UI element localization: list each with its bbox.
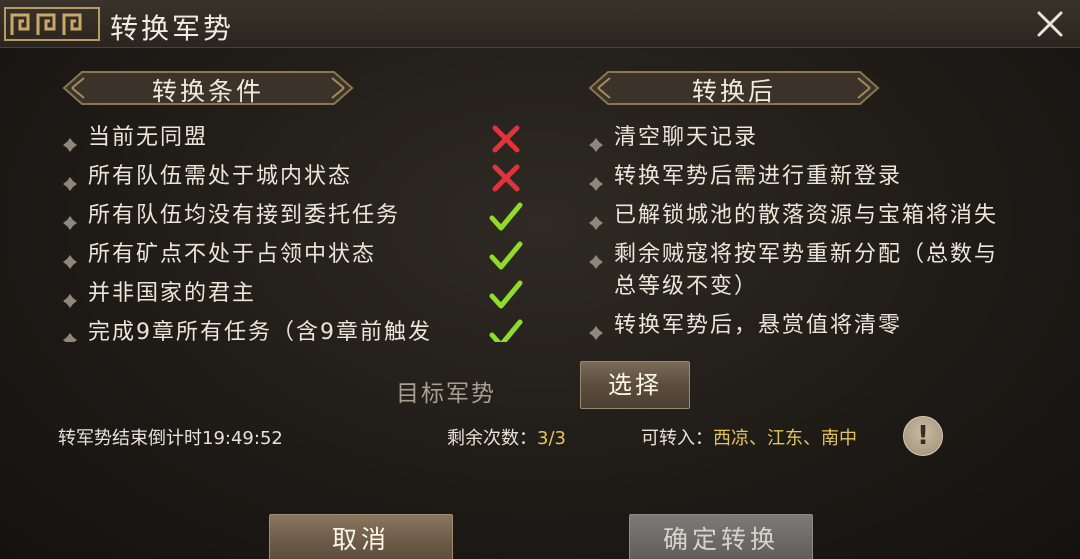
remaining-label: 剩余次数：	[447, 428, 537, 449]
condition-item: 所有队伍均没有接到委托任务	[58, 200, 538, 239]
condition-item: 所有矿点不处于占领中状态	[58, 239, 538, 278]
conditions-list[interactable]: 当前无同盟所有队伍需处于城内状态所有队伍均没有接到委托任务 所有矿点不处于占领中状…	[58, 122, 538, 342]
after-banner: 转换后	[586, 66, 882, 110]
conditions-banner: 转换条件	[60, 66, 356, 110]
confirm-transfer-button[interactable]: 确定转换	[629, 514, 813, 559]
bullet-icon	[62, 209, 78, 230]
condition-item: 当前无同盟	[58, 122, 538, 161]
after-effect-label: 转换军势后，悬赏值将清零	[614, 313, 903, 338]
after-header: 转换后	[691, 77, 776, 106]
cross-icon	[488, 122, 524, 156]
condition-item: 所有队伍需处于城内状态	[58, 161, 538, 200]
after-effect-item: 剩余贼寇将按军势重新分配（总数与总等级不变）	[584, 239, 1014, 303]
condition-label: 所有队伍均没有接到委托任务	[88, 203, 401, 228]
bullet-icon	[62, 326, 78, 342]
condition-label: 并非国家的君主	[88, 281, 257, 306]
countdown: 转军势结束倒计时19:49:52	[58, 424, 283, 450]
check-icon	[488, 239, 524, 273]
check-icon	[488, 200, 524, 234]
condition-item: 并非国家的君主	[58, 278, 538, 317]
bullet-icon	[62, 248, 78, 269]
title-ornament-icon	[4, 7, 100, 41]
cancel-button[interactable]: 取消	[269, 514, 453, 559]
info-button[interactable]: !	[903, 416, 943, 456]
bullet-icon	[62, 131, 78, 152]
condition-label: 所有队伍需处于城内状态	[88, 164, 353, 189]
select-faction-button[interactable]: 选择	[580, 361, 690, 409]
exclamation-icon: !	[917, 421, 929, 451]
after-effect-label: 已解锁城池的散落资源与宝箱将消失	[614, 203, 999, 228]
transferable-factions: 可转入：西凉、江东、南中	[641, 424, 857, 450]
after-effects-list[interactable]: 清空聊天记录转换军势后需进行重新登录已解锁城池的散落资源与宝箱将消失剩余贼寇将按…	[584, 122, 1014, 342]
remaining-value: 3/3	[537, 428, 566, 449]
bullet-icon	[62, 170, 78, 191]
transfer-label: 可转入：	[641, 428, 713, 449]
bullet-icon	[588, 170, 604, 191]
after-effect-item: 清空聊天记录	[584, 122, 1014, 154]
cross-icon	[488, 161, 524, 195]
countdown-value: 19:49:52	[202, 428, 283, 449]
after-effect-label: 清空聊天记录	[614, 125, 759, 150]
target-faction-label: 目标军势	[396, 381, 496, 407]
bullet-icon	[588, 209, 604, 230]
after-effect-label: 剩余贼寇将按军势重新分配（总数与总等级不变）	[614, 242, 999, 299]
check-icon	[488, 317, 524, 342]
after-effect-label: 转换军势后需进行重新登录	[614, 164, 903, 189]
condition-label: 当前无同盟	[88, 125, 209, 150]
conditions-header: 转换条件	[151, 77, 264, 106]
title-bar: 转换军势	[0, 0, 1080, 48]
bullet-icon	[588, 248, 604, 269]
bullet-icon	[588, 131, 604, 152]
close-icon[interactable]	[1034, 8, 1066, 40]
transfer-value: 西凉、江东、南中	[713, 428, 857, 449]
remaining-count: 剩余次数：3/3	[447, 424, 566, 450]
bullet-icon	[588, 319, 604, 340]
window-title: 转换军势	[110, 12, 235, 45]
after-effect-item: 转换军势后需进行重新登录	[584, 161, 1014, 193]
condition-item: 完成9章所有任务（含9章前触发	[58, 317, 538, 342]
check-icon	[488, 278, 524, 312]
condition-label: 所有矿点不处于占领中状态	[88, 242, 377, 267]
after-effect-item: 转换军势后，悬赏值将清零	[584, 310, 1014, 342]
after-effect-item: 已解锁城池的散落资源与宝箱将消失	[584, 200, 1014, 232]
countdown-label: 转军势结束倒计时	[58, 428, 202, 449]
bullet-icon	[62, 287, 78, 308]
condition-label: 完成9章所有任务（含9章前触发	[88, 320, 432, 342]
